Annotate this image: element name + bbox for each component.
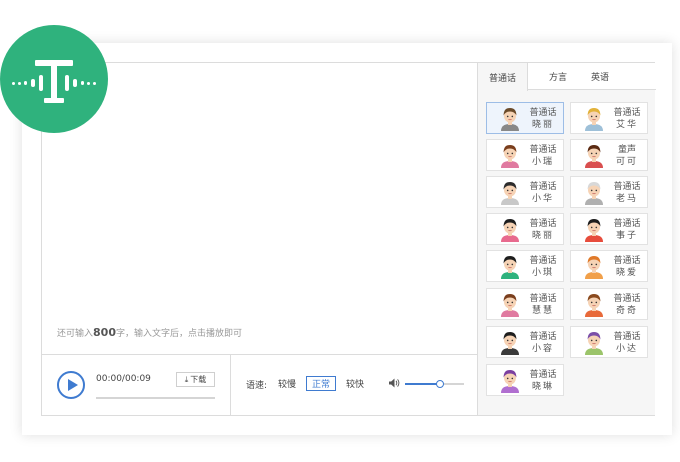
download-label: 下载 [190,375,207,384]
tab-english[interactable]: 英语 [584,63,616,90]
voice-name: 晓爱 [615,268,638,278]
language-tabs: 普通话 方言 英语 [478,63,656,91]
voice-option[interactable]: 普通话 小达 [570,326,648,358]
playback-progress-bar[interactable] [96,397,215,399]
blonde-man-avatar-icon [581,105,607,131]
tab-mandarin[interactable]: 普通话 [478,63,528,91]
voice-name: 事子 [615,231,638,241]
voice-option[interactable]: 普通话 艾华 [570,102,648,134]
speed-label: 语速: [246,381,268,391]
girl-orange-hair-avatar-icon [581,253,607,279]
voice-language: 普通话 [613,182,641,192]
voice-name: 艾华 [615,120,638,130]
voice-name: 小瑞 [531,157,554,167]
voice-name: 可可 [615,157,638,167]
child-girl-avatar-icon [581,142,607,168]
voice-language: 普通话 [529,332,557,342]
voice-option[interactable]: 普通话 小华 [486,176,564,208]
voice-option[interactable]: 普通话 晓爱 [570,250,648,282]
man-black-hair-avatar-icon [497,179,523,205]
voice-language: 普通话 [529,145,557,155]
playback-time: 00:00/00:09 [96,374,151,384]
girl-red-headband-avatar-icon [581,216,607,242]
speed-option-slow[interactable]: 较慢 [274,376,300,391]
voice-language: 普通话 [613,108,641,118]
download-icon: ⤓ [184,374,189,384]
voice-language: 普通话 [529,370,557,380]
speed-option-normal[interactable]: 正常 [306,376,336,391]
boy-brown-hair-avatar-icon [581,291,607,317]
divider [42,354,477,355]
volume-slider[interactable] [405,383,464,385]
volume-slider-handle[interactable] [436,380,445,388]
tts-logo-icon [0,25,108,133]
voice-panel: 普通话 方言 英语 普通话 晓丽 普通话 艾华 普通话 小瑞 童声 可可 普通话 小华 普通话 老马普… [477,63,656,415]
voice-name: 小容 [531,344,554,354]
old-man-avatar-icon [581,179,607,205]
voice-option[interactable]: 普通话 晓丽 [486,213,564,245]
voice-name: 老马 [615,194,638,204]
voice-name: 小达 [615,344,638,354]
voice-option[interactable]: 普通话 老马 [570,176,648,208]
woman-long-hair-avatar-icon [497,216,523,242]
voice-language: 童声 [617,145,636,155]
voice-option[interactable]: 普通话 奇奇 [570,288,648,320]
voice-option[interactable]: 普通话 小琪 [486,250,564,282]
download-button[interactable]: ⤓ 下载 [176,372,215,387]
voice-option[interactable]: 普通话 小瑞 [486,139,564,171]
voice-option[interactable]: 童声 可可 [570,139,648,171]
voice-name: 晓丽 [531,120,554,130]
voice-language: 普通话 [613,219,641,229]
voice-language: 普通话 [529,108,557,118]
voice-language: 普通话 [529,219,557,229]
voice-language: 普通话 [613,332,641,342]
boy-purple-hat-avatar-icon [581,329,607,355]
voice-option[interactable]: 普通话 晓琳 [486,364,564,396]
voice-language: 普通话 [529,294,557,304]
speed-option-fast[interactable]: 较快 [342,376,368,391]
voice-option[interactable]: 普通话 小容 [486,326,564,358]
voice-name: 小华 [531,194,554,204]
divider [230,354,231,416]
voice-language: 普通话 [529,256,557,266]
voice-name: 奇奇 [615,306,638,316]
char-count: 800 [93,326,116,339]
tts-frame: 还可输入800字，输入文字后，点击播放即可 00:00/00:09 ⤓ 下载 语… [41,62,656,416]
tab-dialect[interactable]: 方言 [540,63,576,90]
voice-name: 小琪 [531,268,554,278]
volume-fill [405,383,441,385]
voice-option[interactable]: 普通话 事子 [570,213,648,245]
volume-icon[interactable] [388,377,400,389]
voice-language: 普通话 [529,182,557,192]
voice-option[interactable]: 普通话 晓丽 [486,102,564,134]
man-green-scarf-avatar-icon [497,253,523,279]
voice-name: 慧慧 [531,306,554,316]
woman-brown-hair-avatar-icon [497,142,523,168]
woman-glasses-avatar-icon [497,105,523,131]
voice-name: 晓丽 [531,231,554,241]
voice-language: 普通话 [613,256,641,266]
char-count-hint: 还可输入800字，输入文字后，点击播放即可 [57,326,242,339]
woman-black-bob-avatar-icon [497,329,523,355]
voice-name: 晓琳 [531,382,554,392]
woman-purple-hair-avatar-icon [497,367,523,393]
voice-language: 普通话 [613,294,641,304]
play-button[interactable] [57,371,85,399]
voice-option[interactable]: 普通话 慧慧 [486,288,564,320]
woman-bun-avatar-icon [497,291,523,317]
